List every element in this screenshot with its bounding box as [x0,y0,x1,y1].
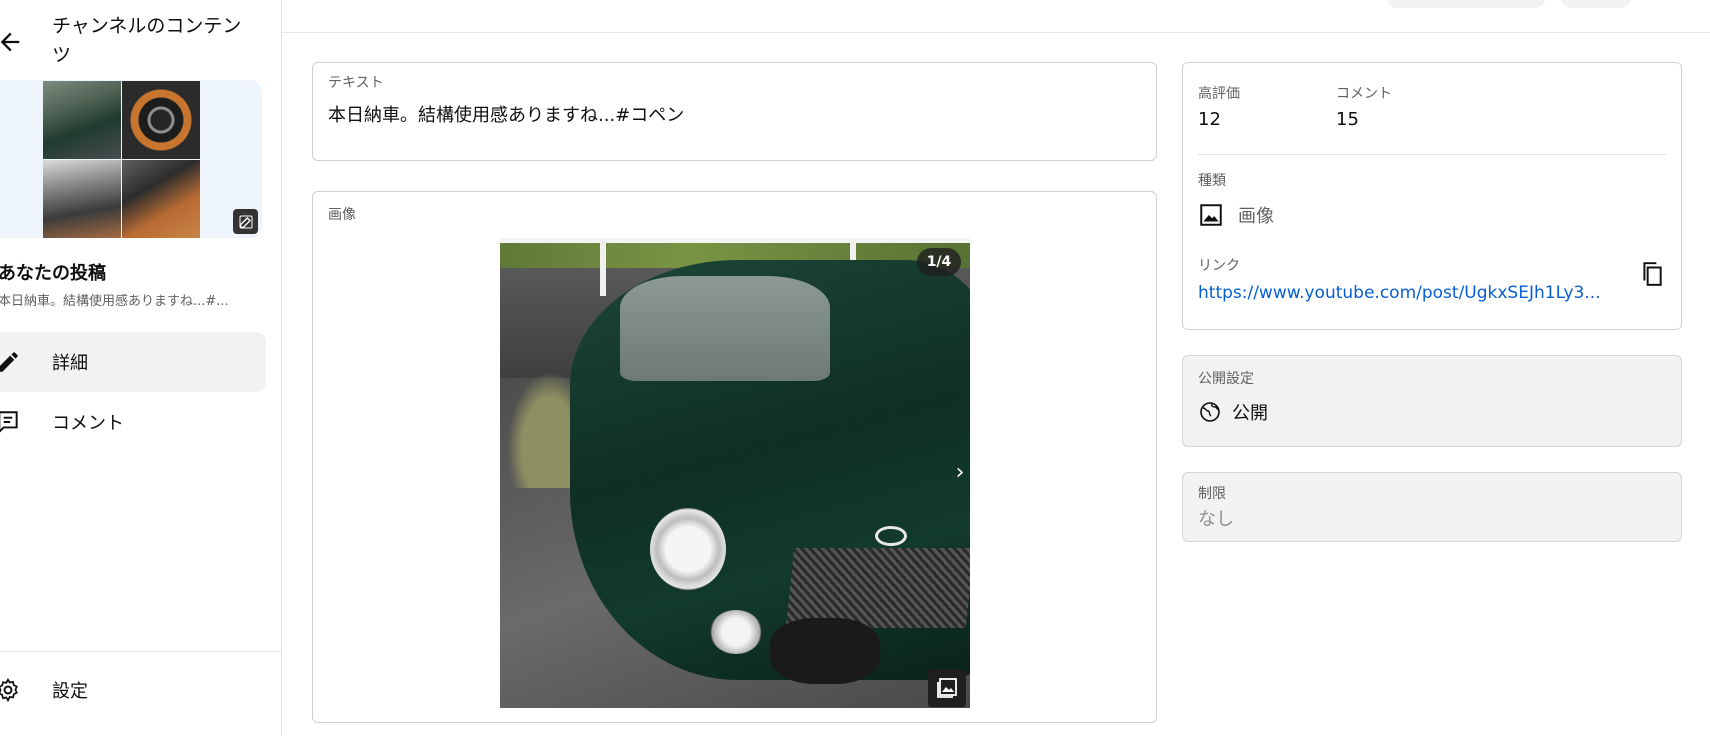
pencil-icon [0,352,18,372]
chevron-right-icon[interactable]: › [950,460,970,486]
top-action-button[interactable] [1561,0,1631,8]
comments-stat: コメント 15 [1336,83,1392,130]
back-arrow-icon[interactable] [0,28,24,56]
image-section: 画像 1/4 › [312,191,1157,723]
visibility-card[interactable]: 公開設定 公開 [1182,355,1682,447]
image-section-label: 画像 [328,207,356,223]
sidebar: チャンネルのコンテンツ あなたの投稿 本日納車。結構使用感ありますね...#..… [0,0,282,736]
nav-item-label: 設定 [52,681,88,702]
comment-icon [0,411,18,433]
restriction-card[interactable]: 制限 なし [1182,472,1682,542]
sidebar-divider [0,651,281,652]
post-thumbnail[interactable] [0,80,262,238]
thumbnail-grid [43,81,200,238]
type-value: 画像 [1238,206,1274,227]
link-label: リンク [1198,258,1240,274]
thumbnail-image-4 [122,160,200,238]
restriction-value: なし [1198,509,1234,530]
post-snippet: 本日納車。結構使用感ありますね...#... [0,294,229,309]
photo-redacted-plate [770,618,880,684]
nav-item-comments[interactable]: コメント [0,392,266,452]
sidebar-title: チャンネルのコンテンツ [52,15,242,66]
nav-item-settings[interactable]: 設定 [0,660,266,720]
top-action-button[interactable] [1387,0,1545,8]
post-stats-card: 高評価 12 コメント 15 種類 画像 リンク https://www.you… [1182,62,1682,330]
photo-rail [500,238,970,243]
visibility-value: 公開 [1232,403,1268,424]
likes-stat: 高評価 12 [1198,83,1240,130]
type-label: 種類 [1198,173,1226,189]
photo-emblem [875,526,907,546]
photo-headlight [650,508,726,590]
stats-divider [1198,154,1667,155]
image-icon [1200,204,1222,226]
copy-icon[interactable] [1639,259,1665,289]
post-image[interactable]: 1/4 › [500,238,970,708]
gallery-icon[interactable] [928,669,966,707]
post-link[interactable]: https://www.youtube.com/post/UgkxSEJh1Ly… [1198,283,1603,303]
comments-label: コメント [1336,86,1392,102]
nav-item-label: 詳細 [52,353,88,374]
post-title: あなたの投稿 [0,263,106,284]
photo-grille [785,548,970,628]
globe-icon [1200,402,1220,422]
photo-rail-post [600,238,606,296]
comments-count: 15 [1336,109,1359,130]
visibility-row: 公開 [1198,399,1268,425]
nav-item-details[interactable]: 詳細 [0,332,266,392]
type-row: 画像 [1198,202,1274,228]
image-counter-badge: 1/4 [917,248,961,276]
text-field-label: テキスト [328,75,384,91]
edit-icon[interactable] [233,209,258,234]
likes-count: 12 [1198,109,1221,130]
photo-windshield [620,276,830,381]
thumbnail-image-2 [122,81,200,159]
photo-foglight [710,610,762,654]
nav-item-label: コメント [52,413,124,434]
thumbnail-image-1 [43,81,121,159]
text-field-value[interactable]: 本日納車。結構使用感ありますね...#コペン [328,101,684,127]
gear-icon [0,677,18,703]
likes-label: 高評価 [1198,86,1240,102]
restriction-label: 制限 [1198,486,1226,502]
visibility-label: 公開設定 [1198,371,1254,387]
thumbnail-image-3 [43,160,121,238]
text-field[interactable]: テキスト 本日納車。結構使用感ありますね...#コペン [312,62,1157,161]
